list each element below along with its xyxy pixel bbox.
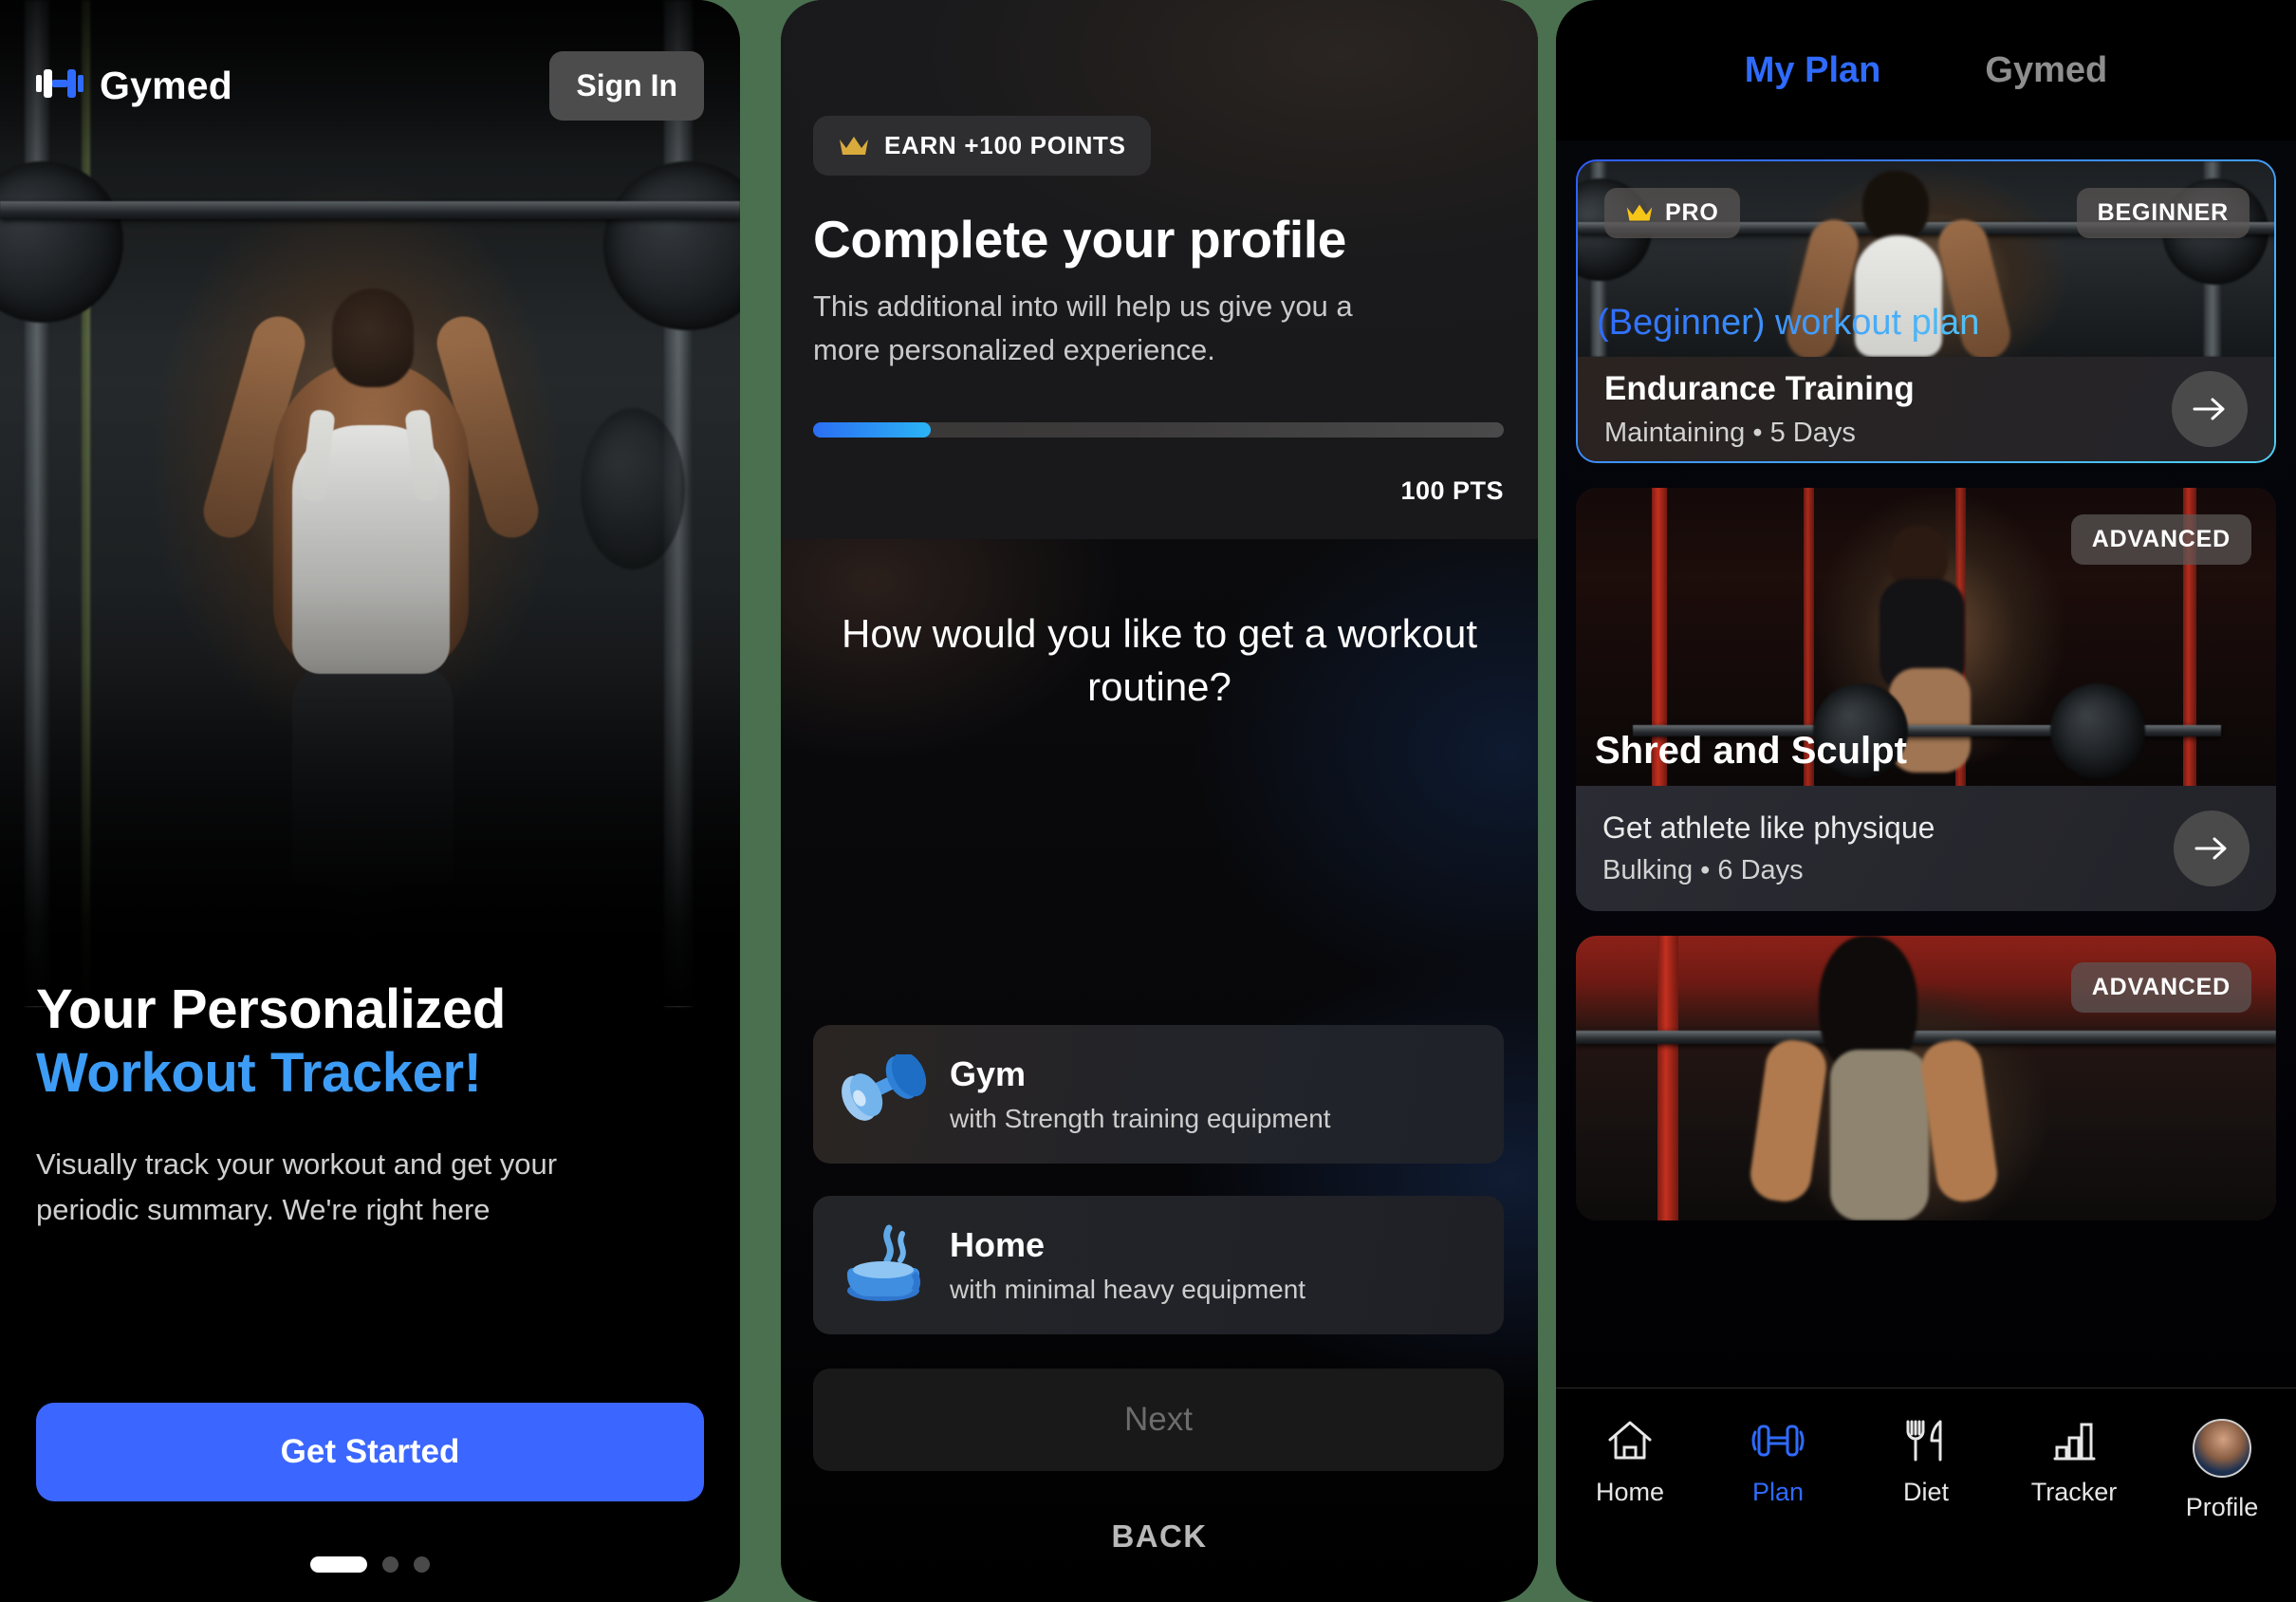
headline-line-2: Workout Tracker! xyxy=(36,1042,482,1105)
option-home[interactable]: Home with minimal heavy equipment xyxy=(813,1196,1504,1334)
level-badge-advanced: ADVANCED xyxy=(2070,962,2251,1013)
plan-card-image: ADVANCED xyxy=(1576,936,2276,1220)
nav-label: Tracker xyxy=(2030,1478,2118,1506)
nav-label: Diet xyxy=(1902,1478,1949,1506)
page-title: Your Personalized Workout Tracker! xyxy=(36,978,700,1106)
home-icon xyxy=(1608,1421,1652,1460)
option-gym-text: Gym with Strength training equipment xyxy=(950,1054,1331,1134)
onboarding-top-bar: Gymed Sign In xyxy=(0,0,740,171)
crown-icon xyxy=(1626,204,1653,221)
crown-icon xyxy=(840,136,868,155)
routine-question: How would you like to get a workout rout… xyxy=(841,611,1477,709)
pager-dot-2[interactable] xyxy=(382,1556,398,1573)
progress-bar xyxy=(813,422,1504,438)
plan-card-footer: Endurance Training Maintaining • 5 Days xyxy=(1578,357,2274,461)
progress-bar-fill xyxy=(813,422,931,438)
pager-dot-3[interactable] xyxy=(414,1556,430,1573)
nav-label: Home xyxy=(1595,1478,1665,1506)
arrow-right-icon[interactable] xyxy=(2174,810,2250,886)
level-badge-label: ADVANCED xyxy=(2091,526,2231,552)
get-started-button[interactable]: Get Started xyxy=(36,1403,704,1501)
pager-dot-1[interactable] xyxy=(310,1556,367,1573)
dumbbell-icon xyxy=(1751,1425,1805,1457)
bottom-nav: Home Plan Diet Tracker Profile xyxy=(1556,1388,2296,1602)
pro-badge: PRO xyxy=(1604,188,1740,238)
chart-icon xyxy=(2053,1423,2096,1461)
option-home-text: Home with minimal heavy equipment xyxy=(950,1225,1305,1305)
headline-line-1: Your Personalized xyxy=(36,978,506,1040)
plan-card-shred-and-sculpt[interactable]: ADVANCED Shred and Sculpt Get athlete li… xyxy=(1576,488,2276,911)
next-button[interactable]: Next xyxy=(813,1369,1504,1471)
level-badge-label: BEGINNER xyxy=(2097,199,2229,226)
plan-card-third[interactable]: ADVANCED xyxy=(1576,936,2276,1220)
plan-card-overlay-title: (Beginner) workout plan xyxy=(1597,303,1980,343)
plan-card-list[interactable]: PRO BEGINNER (Beginner) workout plan End… xyxy=(1556,140,2296,1602)
brand-name: Gymed xyxy=(100,63,232,107)
option-home-title: Home xyxy=(950,1225,1046,1264)
plan-card-meta: Get athlete like physique Bulking • 6 Da… xyxy=(1602,810,1935,886)
plan-card-meta: Endurance Training Maintaining • 5 Days xyxy=(1604,370,1915,449)
nav-item-tracker[interactable]: Tracker xyxy=(2000,1419,2148,1507)
screenshot-canvas: Gymed Sign In Your Personalized Workout … xyxy=(0,0,2296,1602)
option-gym[interactable]: Gym with Strength training equipment xyxy=(813,1025,1504,1164)
brand: Gymed xyxy=(36,64,232,108)
arrow-right-icon[interactable] xyxy=(2172,371,2248,447)
option-gym-subtitle: with Strength training equipment xyxy=(950,1104,1331,1133)
avatar xyxy=(2193,1419,2251,1478)
level-badge-advanced: ADVANCED xyxy=(2070,514,2251,565)
nav-item-home[interactable]: Home xyxy=(1556,1419,1704,1507)
nav-label: Plan xyxy=(1751,1478,1805,1506)
onboarding-description: Visually track your workout and get your… xyxy=(36,1146,558,1226)
profile-header xyxy=(781,0,1538,539)
plan-card-detail: Maintaining • 5 Days xyxy=(1604,417,1856,448)
pager-dots[interactable] xyxy=(0,1556,740,1573)
plan-card-detail: Bulking • 6 Days xyxy=(1602,855,1804,885)
teacup-3d-icon xyxy=(838,1216,936,1314)
plan-card-title: Get athlete like physique xyxy=(1602,810,1935,845)
option-gym-title: Gym xyxy=(950,1054,1027,1093)
back-button[interactable]: BACK xyxy=(781,1518,1538,1555)
dumbbell-3d-icon xyxy=(838,1045,936,1144)
pro-badge-label: PRO xyxy=(1665,199,1719,226)
plan-card-overlay-title: Shred and Sculpt xyxy=(1595,730,1907,772)
onboarding-copy: Your Personalized Workout Tracker! Visua… xyxy=(36,978,700,1233)
dumbbell-icon xyxy=(36,67,83,104)
nav-item-profile[interactable]: Profile xyxy=(2148,1419,2296,1522)
nav-item-diet[interactable]: Diet xyxy=(1852,1419,2000,1507)
profile-subtitle: This additional into will help us give y… xyxy=(813,289,1353,366)
complete-profile-screen: EARN +100 POINTS Complete your profile T… xyxy=(781,0,1538,1602)
onboarding-screen: Gymed Sign In Your Personalized Workout … xyxy=(0,0,740,1602)
profile-title: Complete your profile xyxy=(813,210,1347,269)
plan-card-image: ADVANCED Shred and Sculpt xyxy=(1576,488,2276,786)
plan-card-image: PRO BEGINNER (Beginner) workout plan xyxy=(1578,161,2274,357)
nav-label: Profile xyxy=(2185,1493,2259,1521)
plan-card-footer: Get athlete like physique Bulking • 6 Da… xyxy=(1576,786,2276,911)
plan-card-title: Endurance Training xyxy=(1604,369,1915,407)
points-value: 100 PTS xyxy=(1400,476,1504,505)
plan-card-endurance-training[interactable]: PRO BEGINNER (Beginner) workout plan End… xyxy=(1576,159,2276,463)
option-home-subtitle: with minimal heavy equipment xyxy=(950,1275,1306,1304)
cutlery-icon xyxy=(1906,1420,1942,1462)
nav-item-plan[interactable]: Plan xyxy=(1704,1419,1852,1507)
level-badge-label: ADVANCED xyxy=(2091,974,2231,1000)
earn-points-label: EARN +100 POINTS xyxy=(884,131,1126,159)
tab-gymed[interactable]: Gymed xyxy=(1985,50,2107,91)
level-badge-beginner: BEGINNER xyxy=(2076,188,2250,238)
earn-points-badge: EARN +100 POINTS xyxy=(813,116,1151,176)
plan-tabs: My Plan Gymed xyxy=(1556,0,2296,140)
tab-my-plan[interactable]: My Plan xyxy=(1745,50,1881,91)
sign-in-button[interactable]: Sign In xyxy=(549,50,704,121)
my-plan-screen: My Plan Gymed PRO BEGINNER (Beginner) wo… xyxy=(1556,0,2296,1602)
